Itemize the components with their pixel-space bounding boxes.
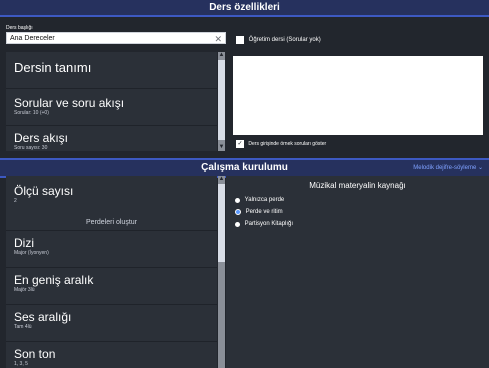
teaching-lesson-checkbox[interactable] <box>236 36 244 44</box>
list-item-title: Son ton <box>14 347 56 361</box>
chevron-down-icon[interactable]: ⌄ <box>478 165 483 171</box>
mode-dropdown-value: Melodik dejifre-söyleme <box>413 165 477 171</box>
list-item[interactable]: Ders akışı Soru sayısı: 30 <box>6 126 217 152</box>
pitch-rhythm-option[interactable]: Perde ve ritim <box>235 208 283 217</box>
list-item[interactable]: Ölçü sayısı 2 <box>6 185 217 215</box>
top-section-title: Ders özellikleri <box>0 0 489 17</box>
radio-label: Yalnızca perde <box>244 197 285 203</box>
music-source-header: Müzikal materyalin kaynağı <box>309 181 406 190</box>
scrollbar[interactable]: ▲ ▼ <box>218 52 225 151</box>
teaching-lesson-checkbox-label: Öğretim dersi (Sorular yok) <box>248 37 321 43</box>
radio-button[interactable] <box>235 221 240 227</box>
list-item[interactable]: Sorular ve soru akışı Sorular: 10 (+0) <box>6 89 217 125</box>
list-item[interactable]: Dizi Major (İyonyen) <box>6 231 217 267</box>
show-sample-questions-option[interactable]: ✓ Ders girişinde örnek soruları göster <box>236 140 326 148</box>
scrollbar[interactable]: ▲ <box>218 176 225 368</box>
list-item-title: Ölçü sayısı <box>14 184 74 198</box>
mode-dropdown[interactable]: Melodik dejifre-söyleme ⌄ <box>413 160 483 176</box>
list-item-title: Ders akışı <box>14 131 69 145</box>
list-item-title: En geniş aralık <box>14 273 94 287</box>
music-source-panel: Müzikal materyalin kaynağı Yalnızca perd… <box>226 176 489 368</box>
lesson-name-label: Ders başlığı <box>6 25 33 31</box>
list-item[interactable]: Ses aralığı Tam 4lü <box>6 305 217 341</box>
list-item[interactable]: En geniş aralık Majör 3lü <box>6 268 217 304</box>
list-item[interactable]: Dersin tanımı <box>6 58 217 88</box>
show-sample-questions-label: Ders girişinde örnek soruları göster <box>248 141 327 147</box>
bottom-section-title: Çalışma kurulumu Melodik dejifre-söyleme… <box>0 158 489 178</box>
lesson-name-field[interactable]: Ana Dereceler ✕ <box>6 32 226 44</box>
radio-label: Perde ve ritim <box>245 209 283 215</box>
lesson-description-textarea[interactable] <box>233 56 483 135</box>
top-section-title-text: Ders özellikleri <box>209 2 280 13</box>
teaching-lesson-option[interactable]: Öğretim dersi (Sorular yok) <box>236 36 321 45</box>
score-library-option[interactable]: Partisyon Kitaplığı <box>235 220 293 229</box>
list-item-title: Dersin tanımı <box>14 60 92 75</box>
scroll-thumb[interactable] <box>218 60 225 140</box>
bottom-section-title-text: Çalışma kurulumu <box>201 162 288 173</box>
radio-button-selected[interactable] <box>235 209 241 215</box>
list-item-subtitle: 1, 3, 5 <box>14 361 28 367</box>
scroll-up-icon[interactable]: ▲ <box>218 176 225 183</box>
list-item-title: Dizi <box>14 236 34 250</box>
list-item-title: Ses aralığı <box>14 310 72 324</box>
pitch-only-option[interactable]: Yalnızca perde <box>235 196 284 205</box>
generate-pitches-header: Perdeleri oluştur <box>86 219 137 226</box>
clear-icon[interactable]: ✕ <box>214 33 222 45</box>
list-item-subtitle: Majör 3lü <box>14 287 35 293</box>
list-item[interactable]: Son ton 1, 3, 5 <box>6 342 217 368</box>
list-item-subtitle: Soru sayısı: 30 <box>14 145 48 151</box>
checkmark-icon[interactable]: ✓ <box>236 140 244 148</box>
lesson-name-value: Ana Dereceler <box>10 35 55 42</box>
lesson-settings-list: Dersin tanımı Sorular ve soru akışı Soru… <box>6 52 217 151</box>
list-item-subtitle: Tam 4lü <box>14 324 32 330</box>
scroll-down-icon[interactable]: ▼ <box>218 144 225 151</box>
list-item-subtitle: 2 <box>14 198 17 204</box>
scroll-up-icon[interactable]: ▲ <box>218 52 225 59</box>
radio-label: Partisyon Kitaplığı <box>244 221 294 227</box>
list-item-subtitle: Major (İyonyen) <box>14 250 49 256</box>
list-item-subtitle: Sorular: 10 (+0) <box>14 110 49 116</box>
radio-button[interactable] <box>235 197 240 203</box>
list-item-title: Sorular ve soru akışı <box>14 96 125 110</box>
exercise-settings-list: Ölçü sayısı 2 Perdeleri oluştur Dizi Maj… <box>6 176 217 368</box>
scroll-thumb[interactable] <box>218 184 225 262</box>
